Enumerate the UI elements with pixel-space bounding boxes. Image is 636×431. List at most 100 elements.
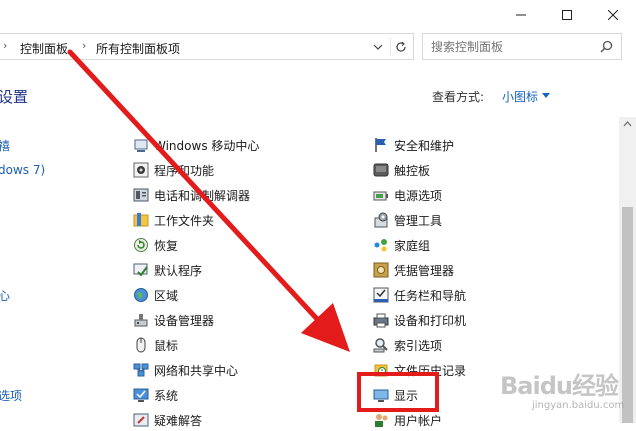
taskbar-navigation-icon [373, 287, 389, 303]
homegroup-icon [373, 237, 389, 253]
item-mobility-center[interactable]: Windows 移动中心 [133, 135, 259, 155]
minimize-button[interactable] [498, 0, 544, 30]
item-work-folders[interactable]: 工作文件夹 [133, 210, 214, 230]
close-icon [608, 10, 618, 20]
item-programs-features[interactable]: 程序和功能 [133, 160, 214, 180]
item-label: 疑难解答 [154, 413, 203, 428]
item-label: 设备和打印机 [394, 313, 467, 328]
item-recovery[interactable]: 恢复 [133, 235, 178, 255]
title-bar [0, 0, 636, 32]
system-icon [133, 387, 149, 403]
item-label: dows 7) [0, 163, 46, 177]
scroll-up-arrow-icon[interactable] [623, 121, 632, 127]
item-device-manager[interactable]: 设备管理器 [133, 310, 214, 330]
item-label: 心 [0, 288, 11, 303]
item-label: 电话和调制解调器 [154, 188, 251, 203]
item-label: 凭据管理器 [394, 263, 455, 278]
item-power-options[interactable]: 电源选项 [373, 185, 442, 205]
breadcrumb-control-panel[interactable]: 控制面板 [20, 40, 68, 57]
search-icon[interactable] [600, 40, 613, 56]
item-label: 设备管理器 [154, 313, 215, 328]
item-indexing-options[interactable]: 索引选项 [373, 335, 442, 355]
item-security-maintenance[interactable]: 安全和维护 [373, 135, 454, 155]
item-label: 电源选项 [394, 188, 443, 203]
power-options-icon [373, 187, 389, 203]
chevron-down-icon [373, 44, 383, 50]
breadcrumb-separator[interactable]: › [82, 39, 86, 52]
item-region[interactable]: 区域 [133, 285, 178, 305]
item-label: 工作文件夹 [154, 213, 215, 228]
device-manager-icon [133, 312, 149, 328]
item-touchpad[interactable]: 触控板 [373, 160, 430, 180]
item-devices-printers[interactable]: 设备和打印机 [373, 310, 466, 330]
watermark-brand: Baidu经验 [500, 372, 619, 400]
view-by-label: 查看方式: [432, 90, 485, 104]
item-label: 区域 [154, 288, 179, 303]
item-troubleshooting[interactable]: 疑难解答 [133, 410, 202, 430]
credential-manager-icon [373, 262, 389, 278]
item-admin-tools[interactable]: 管理工具 [373, 210, 442, 230]
item-user-accounts[interactable]: 用户帐户 [373, 410, 442, 430]
item-mouse[interactable]: 鼠标 [133, 335, 178, 355]
breadcrumb-separator[interactable]: › [3, 39, 7, 52]
address-row: › 控制面板 › 所有控制面板项 [0, 33, 636, 61]
watermark: Baidu经验 jingyan.baidu.com [492, 364, 628, 420]
watermark-url: jingyan.baidu.com [532, 400, 625, 411]
view-by-dropdown[interactable]: 小图标 [502, 88, 538, 105]
close-button[interactable] [590, 0, 636, 30]
mouse-icon [133, 337, 149, 353]
item-label: 用户帐户 [394, 413, 443, 428]
maximize-icon [562, 10, 572, 20]
maximize-button[interactable] [544, 0, 590, 30]
item-system[interactable]: 系统 [133, 385, 178, 405]
user-accounts-icon [373, 412, 389, 428]
breadcrumb-all-items[interactable]: 所有控制面板项 [96, 40, 180, 57]
annotation-arrow [67, 49, 350, 352]
network-sharing-icon [133, 362, 149, 378]
item-label: 家庭组 [394, 238, 431, 253]
programs-features-icon [133, 162, 149, 178]
devices-printers-icon [373, 312, 389, 328]
mobility-center-icon [133, 137, 149, 153]
list-item[interactable]: 选项 [0, 385, 22, 405]
address-bar[interactable]: › 控制面板 › 所有控制面板项 [0, 33, 414, 60]
item-label: 索引选项 [394, 338, 443, 353]
phone-modem-icon [133, 187, 149, 203]
minimize-icon [516, 14, 526, 16]
admin-tools-icon [373, 212, 389, 228]
search-input[interactable] [431, 40, 591, 54]
item-credential-manager[interactable]: 凭据管理器 [373, 260, 454, 280]
list-item[interactable]: 心 [0, 285, 10, 305]
item-label: 安全和维护 [394, 138, 455, 153]
list-item[interactable]: 禧 [0, 135, 10, 155]
refresh-icon [395, 41, 406, 52]
page-title: 设置 [0, 88, 29, 106]
item-label: 默认程序 [154, 263, 203, 278]
refresh-button[interactable] [390, 38, 410, 56]
highlight-box [357, 372, 439, 412]
default-programs-icon [133, 262, 149, 278]
item-label: 选项 [0, 388, 23, 403]
item-label: 禧 [0, 138, 11, 153]
item-label: 程序和功能 [154, 163, 215, 178]
item-label: 管理工具 [394, 213, 443, 228]
security-maintenance-icon [373, 137, 389, 153]
item-homegroup[interactable]: 家庭组 [373, 235, 430, 255]
item-taskbar-navigation[interactable]: 任务栏和导航 [373, 285, 466, 305]
address-history-dropdown[interactable] [370, 40, 386, 54]
item-label: 触控板 [394, 163, 431, 178]
item-label: 鼠标 [154, 338, 179, 353]
item-label: Windows 移动中心 [154, 138, 260, 153]
view-by-chevron-icon[interactable] [542, 93, 550, 98]
item-default-programs[interactable]: 默认程序 [133, 260, 202, 280]
region-icon [133, 287, 149, 303]
item-phone-modem[interactable]: 电话和调制解调器 [133, 185, 250, 205]
item-label: 任务栏和导航 [394, 288, 467, 303]
indexing-options-icon [373, 337, 389, 353]
search-box[interactable] [422, 33, 622, 60]
work-folders-icon [133, 212, 149, 228]
item-label: 系统 [154, 388, 179, 403]
item-label: 恢复 [154, 238, 179, 253]
item-network-sharing[interactable]: 网络和共享中心 [133, 360, 238, 380]
list-item[interactable]: dows 7) [0, 160, 45, 180]
